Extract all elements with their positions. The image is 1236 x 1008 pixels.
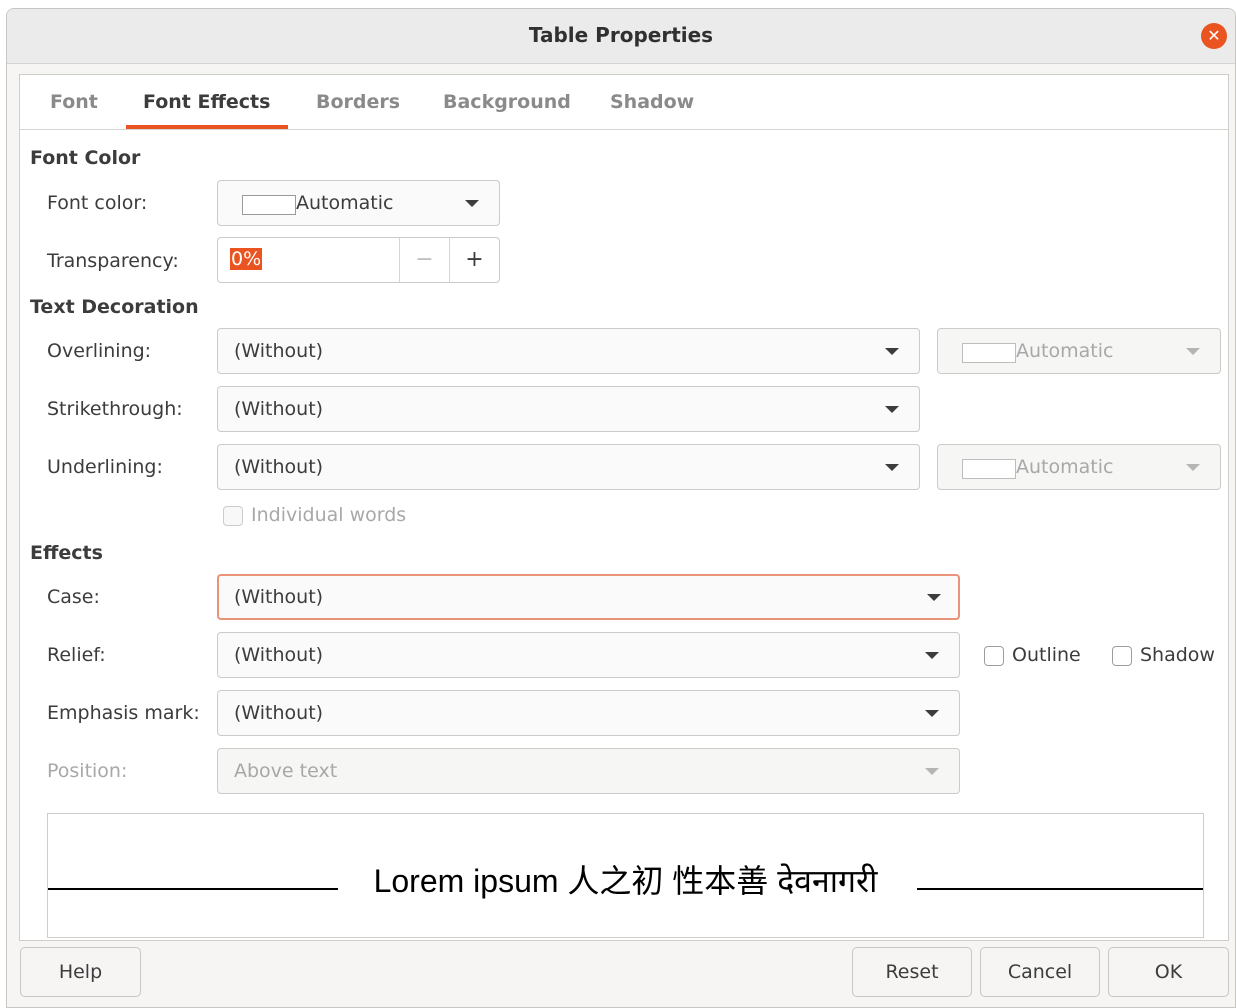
minus-icon[interactable]: − [400, 238, 449, 282]
plus-icon[interactable]: + [450, 238, 499, 282]
overlining-value: (Without) [234, 340, 324, 362]
individual-words-label: Individual words [251, 504, 407, 526]
tab-borders[interactable]: Borders [316, 91, 400, 113]
section-font-color: Font Color [30, 147, 141, 169]
outline-checkbox[interactable] [984, 646, 1004, 666]
emphasis-mark-dropdown[interactable]: (Without) [217, 690, 960, 736]
relief-label: Relief: [47, 644, 106, 666]
chevron-down-icon [885, 406, 899, 413]
position-value: Above text [234, 760, 338, 782]
overline-color-swatch [962, 343, 1016, 363]
underlining-value: (Without) [234, 456, 324, 478]
strikethrough-value: (Without) [234, 398, 324, 420]
section-effects: Effects [30, 542, 103, 564]
chevron-down-icon [925, 768, 939, 775]
underline-color-dropdown[interactable]: Automatic [937, 444, 1221, 490]
tab-bar: Font Font Effects Borders Background Sha… [20, 75, 1228, 130]
font-color-swatch [242, 195, 296, 215]
overline-color-value: Automatic [1016, 340, 1114, 362]
position-label: Position: [47, 760, 128, 782]
reset-button[interactable]: Reset [852, 947, 972, 997]
outline-label: Outline [1012, 644, 1081, 666]
overline-color-dropdown[interactable]: Automatic [937, 328, 1221, 374]
chevron-down-icon [927, 594, 941, 601]
underlining-label: Underlining: [47, 456, 163, 478]
transparency-label: Transparency: [47, 250, 179, 272]
case-label: Case: [47, 586, 100, 608]
font-preview: Lorem ipsum 人之初 性本善 देवनागरी [47, 813, 1204, 938]
tab-background[interactable]: Background [443, 91, 571, 113]
individual-words-checkbox[interactable] [223, 506, 243, 526]
emphasis-mark-label: Emphasis mark: [47, 702, 200, 724]
strikethrough-label: Strikethrough: [47, 398, 183, 420]
position-dropdown[interactable]: Above text [217, 748, 960, 794]
help-button[interactable]: Help [20, 947, 141, 997]
overlining-label: Overlining: [47, 340, 152, 362]
tab-font[interactable]: Font [50, 91, 98, 113]
tab-font-effects[interactable]: Font Effects [143, 91, 270, 113]
dialog-title: Table Properties [528, 23, 714, 47]
transparency-spinbox[interactable]: 0% − + [217, 237, 500, 283]
active-tab-indicator [126, 125, 288, 129]
close-icon[interactable]: ✕ [1201, 23, 1227, 49]
tab-shadow[interactable]: Shadow [610, 91, 694, 113]
preview-text: Lorem ipsum 人之初 性本善 देवनागरी [373, 863, 878, 899]
overlining-dropdown[interactable]: (Without) [217, 328, 920, 374]
relief-dropdown[interactable]: (Without) [217, 632, 960, 678]
case-value: (Without) [234, 586, 324, 608]
preview-baseline-right [917, 888, 1203, 890]
chevron-down-icon [1186, 464, 1200, 471]
cancel-button[interactable]: Cancel [980, 947, 1100, 997]
ok-button[interactable]: OK [1108, 947, 1229, 997]
shadow-checkbox[interactable] [1112, 646, 1132, 666]
chevron-down-icon [1186, 348, 1200, 355]
case-dropdown[interactable]: (Without) [217, 574, 960, 620]
tab-panel: Font Font Effects Borders Background Sha… [19, 74, 1229, 941]
table-properties-dialog: Table Properties ✕ Font Font Effects Bor… [6, 8, 1236, 1008]
chevron-down-icon [885, 464, 899, 471]
font-color-label: Font color: [47, 192, 148, 214]
emphasis-mark-value: (Without) [234, 702, 324, 724]
chevron-down-icon [925, 710, 939, 717]
underlining-dropdown[interactable]: (Without) [217, 444, 920, 490]
font-color-value: Automatic [296, 192, 394, 214]
chevron-down-icon [885, 348, 899, 355]
font-color-dropdown[interactable]: Automatic [217, 180, 500, 226]
title-bar: Table Properties ✕ [7, 9, 1235, 64]
chevron-down-icon [465, 200, 479, 207]
section-text-decoration: Text Decoration [30, 296, 199, 318]
chevron-down-icon [925, 652, 939, 659]
underline-color-swatch [962, 459, 1016, 479]
underline-color-value: Automatic [1016, 456, 1114, 478]
shadow-label: Shadow [1140, 644, 1215, 666]
strikethrough-dropdown[interactable]: (Without) [217, 386, 920, 432]
relief-value: (Without) [234, 644, 324, 666]
transparency-value[interactable]: 0% [230, 248, 263, 270]
